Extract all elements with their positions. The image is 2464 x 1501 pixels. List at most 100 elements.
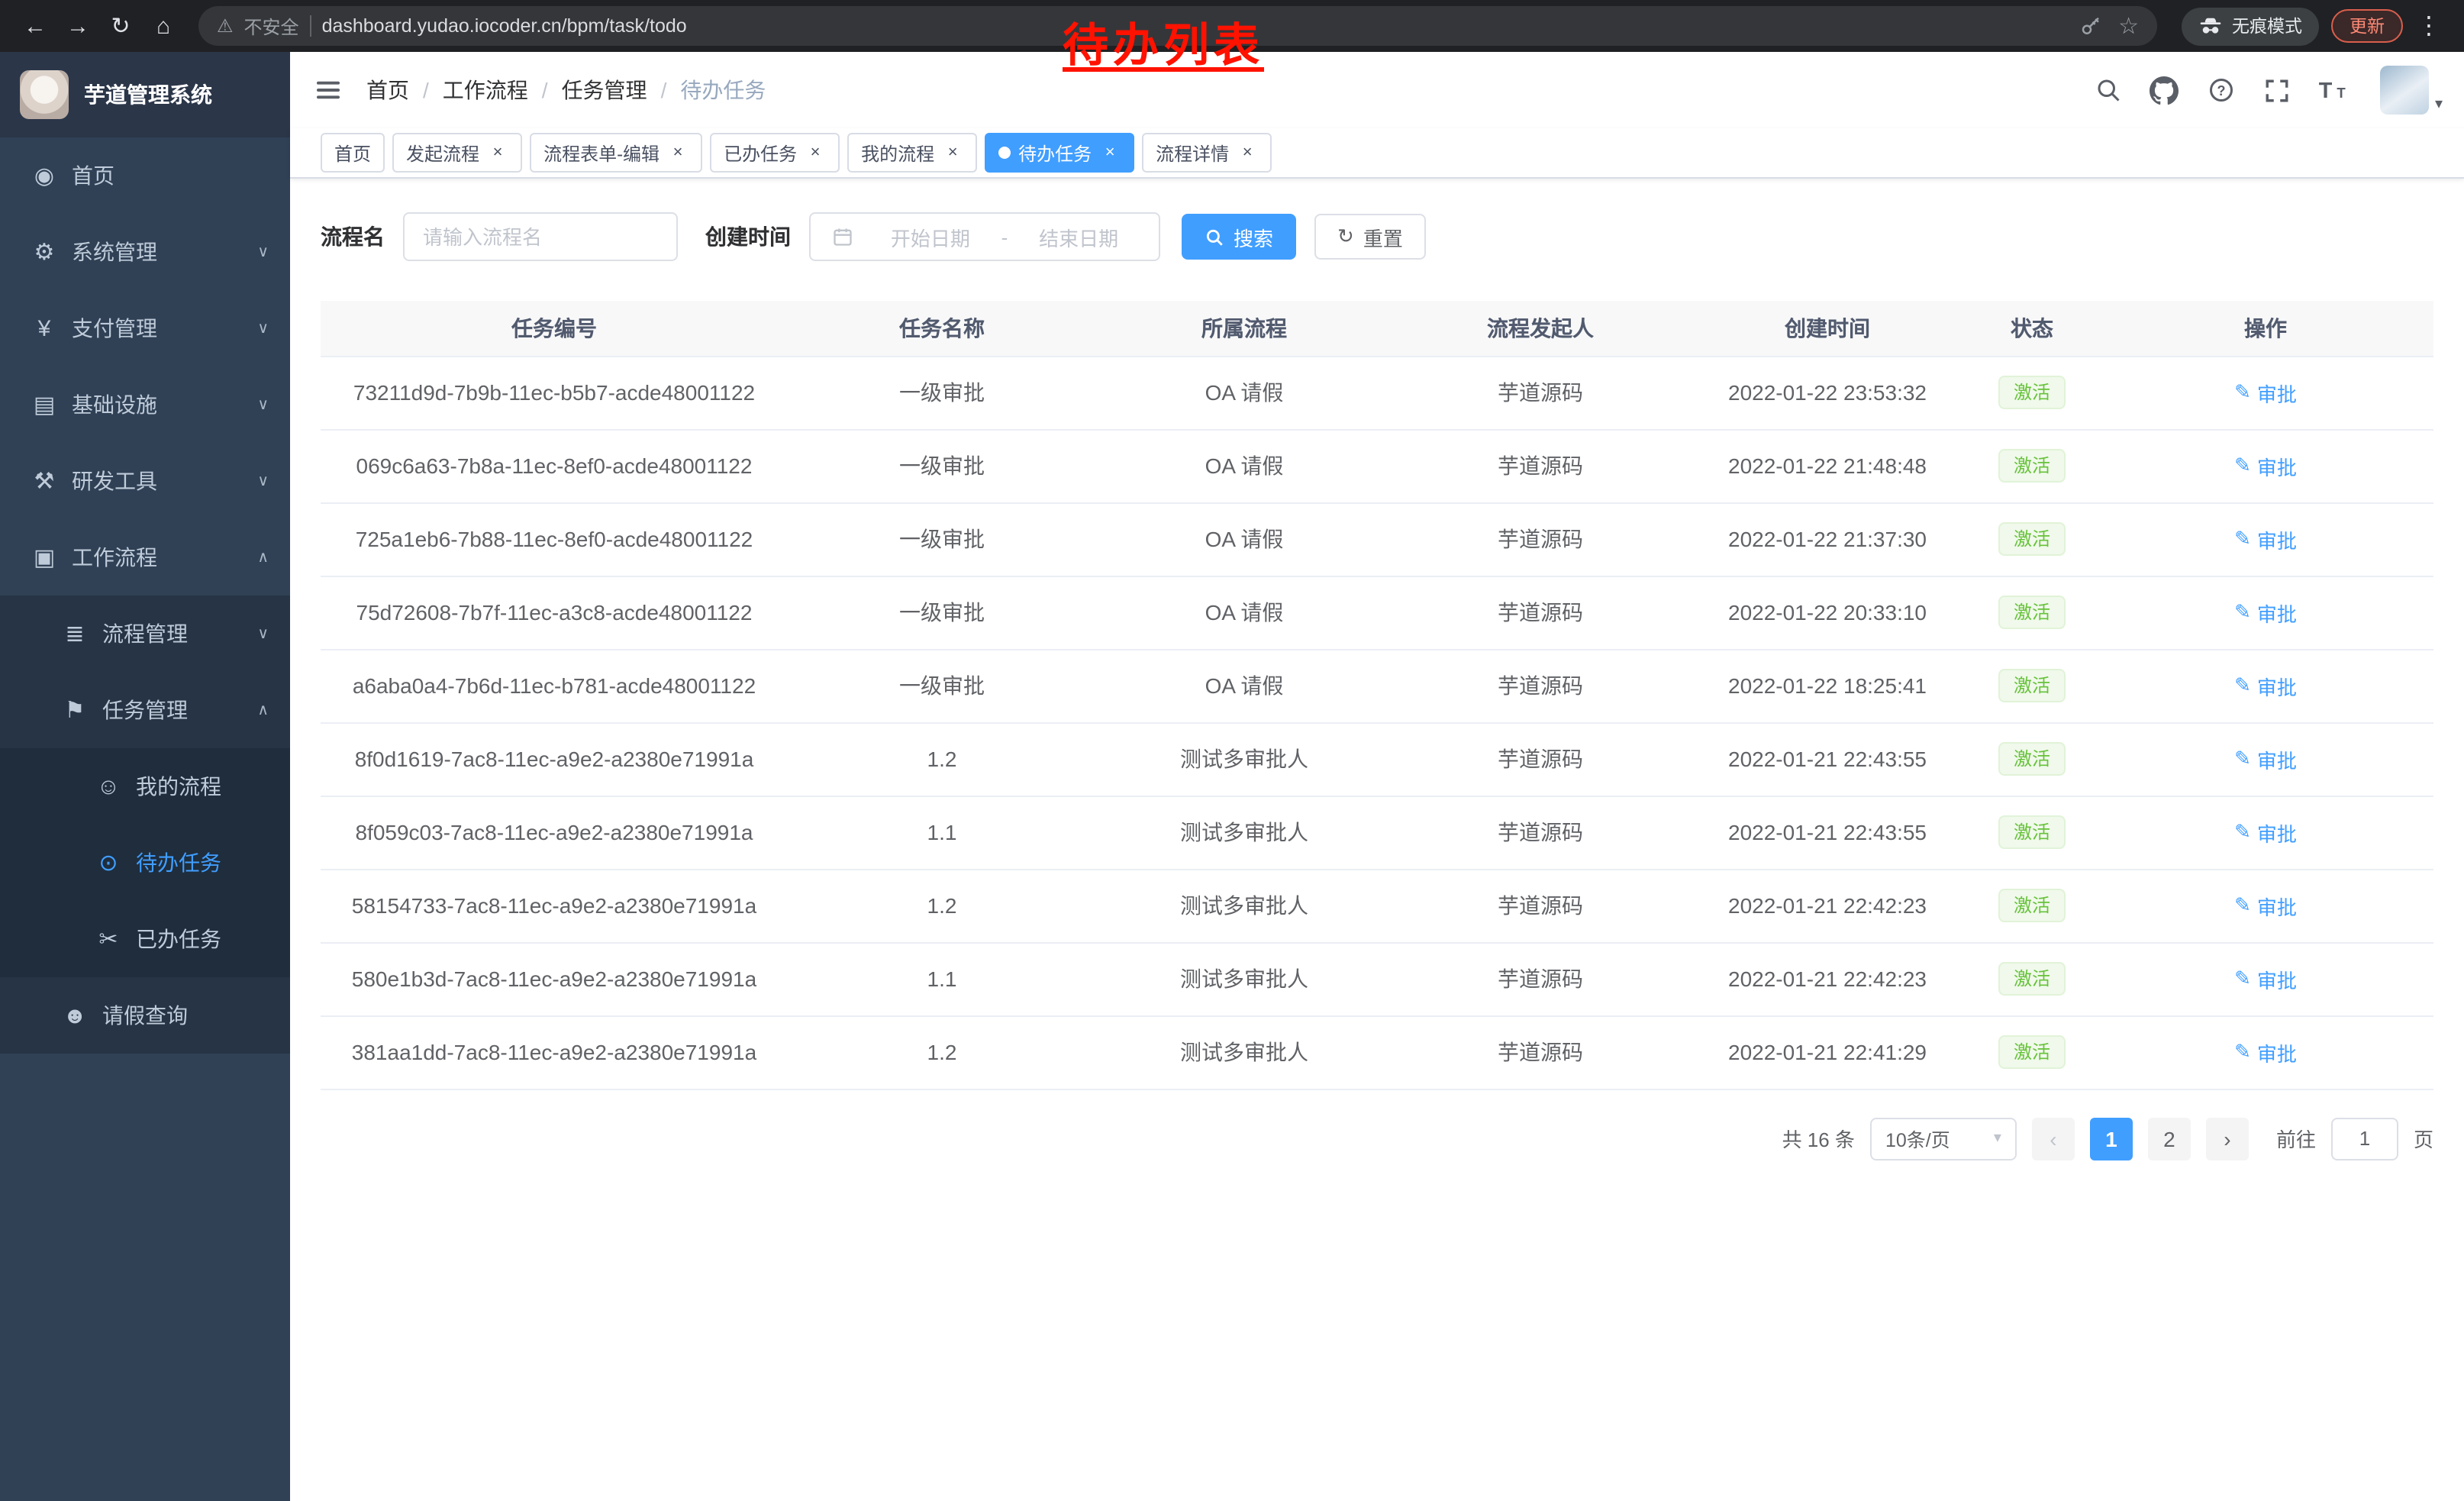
bookmark-star-icon[interactable]: ☆ [2118,12,2139,40]
col-header-process: 所属流程 [1096,301,1392,356]
approve-link[interactable]: ✎审批 [2234,378,2297,407]
sidebar-item-process-management[interactable]: ≣流程管理∨ [0,596,290,672]
sidebar-item-dev-tools[interactable]: ⚒研发工具∨ [0,443,290,519]
initiator-cell: 芋道源码 [1392,356,1688,429]
edit-icon: ✎ [2234,893,2251,918]
search-button[interactable]: 搜索 [1182,214,1296,260]
sidebar-item-payment-management[interactable]: ¥支付管理∨ [0,290,290,366]
table-row: 580e1b3d-7ac8-11ec-a9e2-a2380e71991a1.1测… [321,942,2433,1015]
sidebar-item-leave-query[interactable]: ☻请假查询 [0,977,290,1054]
browser-menu-icon[interactable]: ⋮ [2409,6,2449,46]
breadcrumb-separator: / [423,78,429,102]
tab-todo-task[interactable]: 待办任务× [985,133,1134,173]
goto-page-input[interactable] [2331,1117,2398,1160]
browser-reload-icon[interactable]: ↻ [101,6,140,46]
end-date-placeholder: 结束日期 [1014,222,1143,251]
process-cell: 测试多审批人 [1096,869,1392,942]
task-id-cell: 75d72608-7b7f-11ec-a3c8-acde48001122 [321,576,788,649]
action-cell: ✎审批 [2098,796,2433,869]
sidebar-item-task-management[interactable]: ⚑任务管理∧ [0,672,290,748]
process-cell: 测试多审批人 [1096,942,1392,1015]
close-icon[interactable]: × [667,142,689,163]
approve-link[interactable]: ✎审批 [2234,525,2297,554]
col-header-action: 操作 [2098,301,2433,356]
sidebar-item-home[interactable]: ◉首页 [0,137,290,214]
tab-done-task[interactable]: 已办任务 × [710,133,840,173]
action-cell: ✎审批 [2098,722,2433,796]
approve-link[interactable]: ✎审批 [2234,818,2297,847]
font-size-icon[interactable]: T T [2317,73,2351,107]
browser-back-icon[interactable]: ← [15,6,55,46]
sidebar-item-todo-task[interactable]: ⊙待办任务 [0,825,290,901]
chevron-up-icon: ∧ [257,549,269,566]
sidebar-item-infrastructure[interactable]: ▤基础设施∨ [0,366,290,443]
github-icon[interactable] [2148,73,2182,107]
tab-process-form-edit[interactable]: 流程表单-编辑 × [530,133,702,173]
devtools-icon: ⚒ [31,467,58,495]
task-id-cell: 580e1b3d-7ac8-11ec-a9e2-a2380e71991a [321,942,788,1015]
action-cell: ✎审批 [2098,356,2433,429]
browser-home-icon[interactable]: ⌂ [144,6,183,46]
key-icon[interactable] [2074,9,2108,43]
tab-start-process[interactable]: 发起流程× [392,133,522,173]
sidebar-item-label: 支付管理 [72,313,157,344]
browser-forward-icon[interactable]: → [58,6,98,46]
not-secure-label: 不安全 [244,13,299,39]
page-button-1[interactable]: 1 [2090,1117,2133,1160]
page-button-2[interactable]: 2 [2148,1117,2191,1160]
process-name-input[interactable] [403,212,678,261]
prev-page-button[interactable]: ‹ [2032,1117,2075,1160]
initiator-cell: 芋道源码 [1392,1015,1688,1089]
approve-link[interactable]: ✎审批 [2234,964,2297,993]
svg-text:?: ? [2217,83,2225,98]
sidebar-collapse-icon[interactable] [290,52,366,128]
approve-link[interactable]: ✎审批 [2234,891,2297,920]
approve-link[interactable]: ✎审批 [2234,451,2297,480]
page-size-select[interactable]: 10条/页 ▾ [1870,1117,2017,1160]
create-time-cell: 2022-01-22 20:33:10 [1688,576,1966,649]
close-icon[interactable]: × [805,142,826,163]
edit-icon: ✎ [2234,967,2251,991]
close-icon[interactable]: × [487,142,508,163]
sidebar-item-label: 工作流程 [72,542,157,573]
tab-my-process[interactable]: 我的流程× [847,133,977,173]
date-range-picker[interactable]: 开始日期 - 结束日期 [809,212,1160,261]
tab-process-detail[interactable]: 流程详情× [1142,133,1272,173]
breadcrumb-item[interactable]: 任务管理 [562,75,647,105]
chevron-down-icon: ∨ [257,625,269,642]
edit-icon: ✎ [2234,1040,2251,1064]
initiator-cell: 芋道源码 [1392,649,1688,722]
tab-label: 已办任务 [724,140,797,166]
approve-link[interactable]: ✎审批 [2234,1038,2297,1067]
calendar-icon [826,220,859,253]
sidebar-item-workflow[interactable]: ▣工作流程∧ [0,519,290,596]
sidebar-item-my-process[interactable]: ☺我的流程 [0,748,290,825]
reset-button[interactable]: ↻ 重置 [1314,214,1426,260]
sidebar-item-system-management[interactable]: ⚙系统管理∨ [0,214,290,290]
close-icon[interactable]: × [1237,142,1258,163]
close-icon[interactable]: × [942,142,963,163]
tab-home[interactable]: 首页 [321,133,385,173]
fullscreen-icon[interactable] [2261,73,2295,107]
help-icon[interactable]: ? [2204,73,2238,107]
search-icon[interactable] [2091,73,2125,107]
create-time-cell: 2022-01-21 22:43:55 [1688,796,1966,869]
approve-link[interactable]: ✎审批 [2234,598,2297,627]
user-avatar-menu[interactable]: ▾ [2380,66,2443,115]
breadcrumb-item[interactable]: 首页 [366,75,409,105]
status-cell: 激活 [1966,942,2098,1015]
breadcrumb-item[interactable]: 工作流程 [443,75,528,105]
edit-icon: ✎ [2234,454,2251,478]
update-button[interactable]: 更新 [2331,9,2403,43]
approve-link[interactable]: ✎审批 [2234,744,2297,773]
close-icon[interactable]: × [1099,142,1121,163]
sidebar-item-done-task[interactable]: ✂已办任务 [0,901,290,977]
table-row: 8f059c03-7ac8-11ec-a9e2-a2380e71991a1.1测… [321,796,2433,869]
chevron-down-icon: ∨ [257,396,269,413]
approve-link[interactable]: ✎审批 [2234,671,2297,700]
avatar [2380,66,2429,115]
status-badge: 激活 [1998,376,2066,409]
next-page-button[interactable]: › [2206,1117,2249,1160]
task-id-cell: 381aa1dd-7ac8-11ec-a9e2-a2380e71991a [321,1015,788,1089]
tab-label: 流程表单-编辑 [543,140,660,166]
